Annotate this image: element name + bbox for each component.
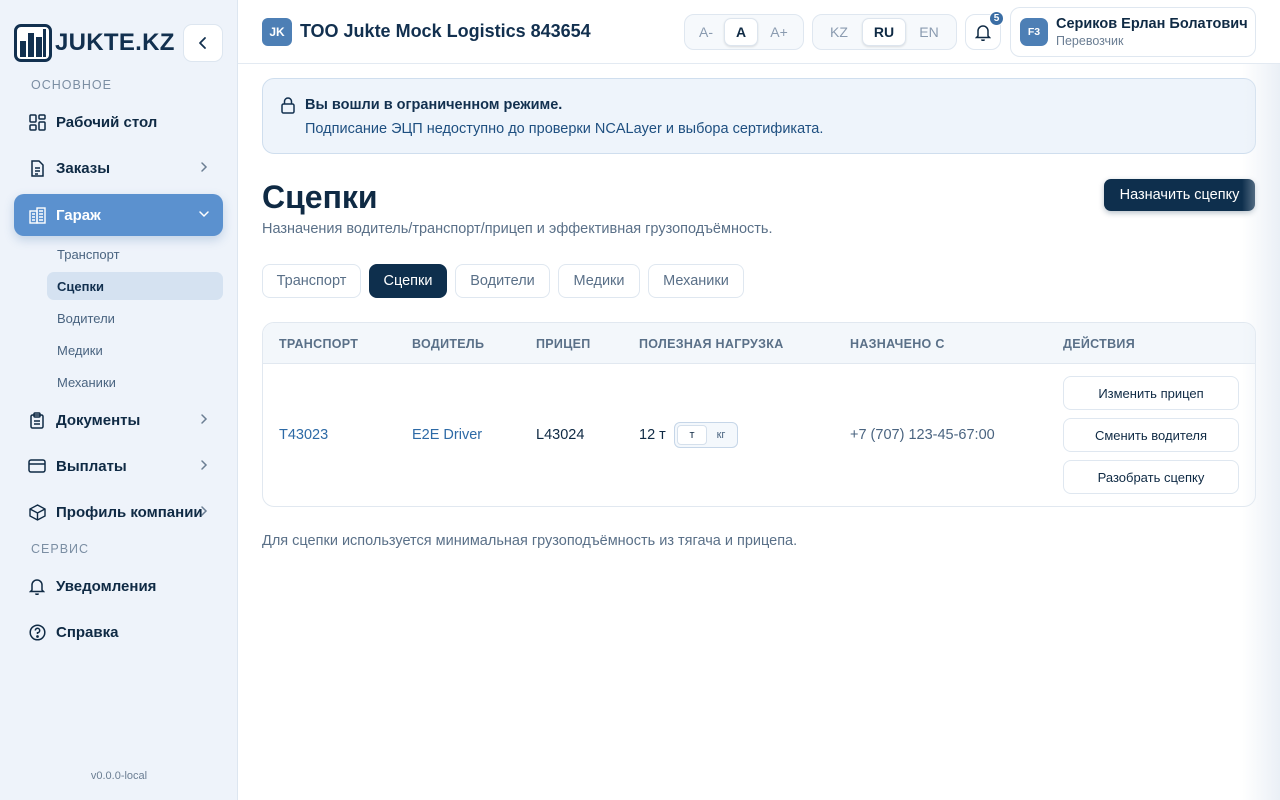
company-badge: JK (262, 18, 292, 46)
sidebar-item-payouts[interactable]: Выплаты (14, 445, 223, 487)
section-label-main: ОСНОВНОЕ (31, 78, 112, 92)
sidebar-subitem-mechanics[interactable]: Механики (47, 368, 223, 396)
tab-drivers[interactable]: Водители (455, 264, 550, 298)
sidebar-item-orders[interactable]: Заказы (14, 147, 223, 189)
column-header: ПРИЦЕП (536, 337, 591, 351)
footnote: Для сцепки используется минимальная груз… (262, 533, 798, 549)
tab-couplings[interactable]: Сцепки (369, 264, 447, 298)
avatar: F3 (1020, 18, 1048, 46)
chevron-down-icon (199, 211, 209, 218)
sidebar-item-label: Уведомления (56, 577, 157, 595)
sidebar-item-dashboard[interactable]: Рабочий стол (14, 101, 223, 143)
table-header: ТРАНСПОРТ ВОДИТЕЛЬ ПРИЦЕП ПОЛЕЗНАЯ НАГРУ… (263, 323, 1255, 364)
couplings-table: ТРАНСПОРТ ВОДИТЕЛЬ ПРИЦЕП ПОЛЕЗНАЯ НАГРУ… (262, 322, 1256, 507)
column-header: ТРАНСПОРТ (279, 337, 359, 351)
change-driver-button[interactable]: Сменить водителя (1063, 418, 1239, 452)
assigned-since-value: +7 (707) 123-45-67:00 (850, 427, 995, 443)
change-trailer-button[interactable]: Изменить прицеп (1063, 376, 1239, 410)
sidebar-subitem-couplings[interactable]: Сцепки (47, 272, 223, 300)
column-header: ВОДИТЕЛЬ (412, 337, 485, 351)
logo-mark-icon (14, 24, 52, 62)
alert-text: Подписание ЭЦП недоступно до проверки NC… (305, 121, 824, 137)
column-header: ПОЛЕЗНАЯ НАГРУЗКА (639, 337, 784, 351)
payload-unit-toggle: т кг (674, 422, 738, 448)
user-role: Перевозчик (1056, 34, 1124, 48)
clipboard-icon (28, 411, 46, 429)
column-header: ДЕЙСТВИЯ (1063, 337, 1135, 351)
user-menu[interactable]: F3 Сериков Ерлан Болатович Перевозчик (1010, 7, 1256, 57)
chevron-right-icon (201, 506, 208, 516)
lang-kz-button[interactable]: KZ (816, 18, 862, 46)
font-normal-button[interactable]: A (724, 18, 758, 46)
sidebar-item-label: Профиль компании (56, 503, 203, 521)
column-header: НАЗНАЧЕНО С (850, 337, 945, 351)
chevron-right-icon (201, 162, 208, 172)
top-header: JK ТОО Jukte Mock Logistics 843654 A- A … (238, 0, 1280, 64)
dashboard-icon (28, 113, 46, 131)
driver-link[interactable]: E2E Driver (412, 427, 482, 443)
bell-icon (975, 24, 991, 41)
user-name: Сериков Ерлан Болатович (1056, 16, 1248, 32)
chevron-left-icon (199, 37, 206, 49)
notifications-count-badge: 5 (989, 11, 1004, 26)
section-label-service: СЕРВИС (31, 542, 90, 556)
font-decrease-button[interactable]: A- (688, 18, 724, 46)
sidebar-item-company-profile[interactable]: Профиль компании (14, 491, 223, 533)
page-title: Сцепки (262, 179, 378, 215)
logo-text: JUKTE.KZ (55, 29, 175, 56)
logo[interactable]: JUKTE.KZ (14, 24, 175, 62)
box-icon (28, 503, 46, 521)
edge-shadow (1242, 64, 1280, 800)
sidebar-item-label: Заказы (56, 159, 111, 177)
help-circle-icon (28, 623, 46, 641)
sidebar-item-garage[interactable]: Гараж (14, 194, 223, 236)
tab-mechanics[interactable]: Механики (648, 264, 744, 298)
sidebar-item-label: Гараж (56, 206, 101, 224)
assign-coupling-button[interactable]: Назначить сцепку (1104, 179, 1255, 211)
unit-kg-button[interactable]: кг (707, 425, 735, 445)
sidebar-item-label: Рабочий стол (56, 113, 158, 131)
chevron-right-icon (201, 460, 208, 470)
sidebar-item-label: Документы (56, 411, 141, 429)
collapse-sidebar-button[interactable] (183, 24, 223, 62)
bell-icon (28, 577, 46, 595)
sidebar-item-documents[interactable]: Документы (14, 399, 223, 441)
lock-icon (281, 97, 295, 114)
sidebar-item-label: Справка (56, 623, 119, 641)
sidebar-item-notifications[interactable]: Уведомления (14, 565, 223, 607)
disband-coupling-button[interactable]: Разобрать сцепку (1063, 460, 1239, 494)
building-icon (28, 206, 46, 224)
lang-ru-button[interactable]: RU (862, 18, 906, 46)
sidebar-item-help[interactable]: Справка (14, 611, 223, 653)
page-subtitle: Назначения водитель/транспорт/прицеп и э… (262, 221, 773, 237)
sidebar-item-label: Выплаты (56, 457, 127, 475)
chevron-right-icon (201, 414, 208, 424)
font-increase-button[interactable]: A+ (758, 18, 800, 46)
payload-value: 12 т (639, 427, 666, 443)
font-size-switcher: A- A A+ (684, 14, 804, 50)
tab-medics[interactable]: Медики (558, 264, 640, 298)
company-name: ТОО Jukte Mock Logistics 843654 (300, 21, 591, 41)
unit-ton-button[interactable]: т (677, 425, 707, 445)
document-icon (28, 159, 46, 177)
sidebar: JUKTE.KZ ОСНОВНОЕ Рабочий стол Заказы Га… (0, 0, 238, 800)
app-version: v0.0.0-local (90, 770, 148, 782)
restricted-mode-alert: Вы вошли в ограниченном режиме. Подписан… (262, 78, 1256, 154)
transport-link[interactable]: T43023 (279, 427, 328, 443)
tab-transport[interactable]: Транспорт (262, 264, 361, 298)
sidebar-subitem-transport[interactable]: Транспорт (47, 240, 223, 268)
sidebar-subitem-drivers[interactable]: Водители (47, 304, 223, 332)
sidebar-subitem-medics[interactable]: Медики (47, 336, 223, 364)
language-switcher: KZ RU EN (812, 14, 957, 50)
alert-title: Вы вошли в ограниченном режиме. (305, 97, 563, 113)
credit-card-icon (28, 457, 46, 475)
lang-en-button[interactable]: EN (906, 18, 952, 46)
trailer-value: L43024 (536, 427, 585, 443)
